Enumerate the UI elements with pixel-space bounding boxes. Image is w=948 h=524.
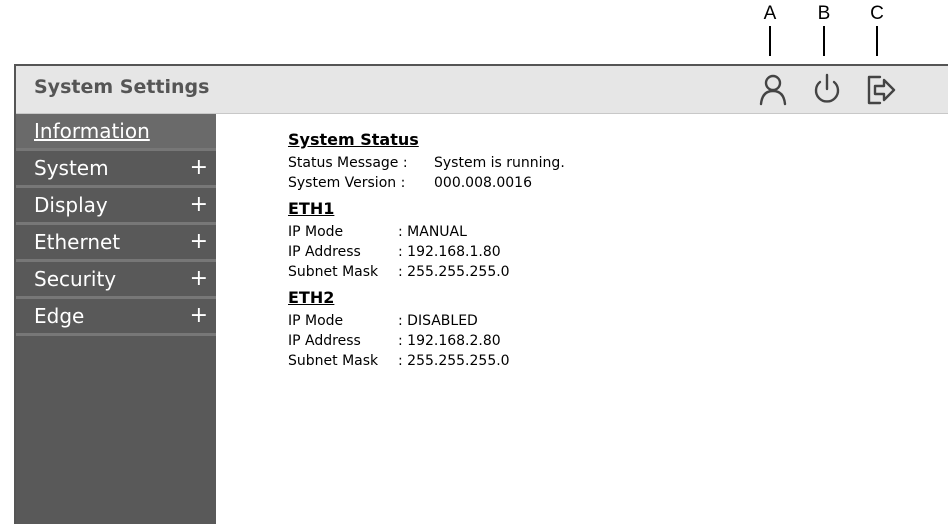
callout-a: A xyxy=(760,4,780,56)
settings-window: System Settings Information System + Dis… xyxy=(14,64,948,524)
callout-label: A xyxy=(763,3,777,24)
header-bar: System Settings xyxy=(16,66,948,114)
callout-b: B xyxy=(814,4,834,56)
row-value: : 192.168.2.80 xyxy=(398,333,501,349)
sidebar-item-label: System xyxy=(34,156,109,180)
callout-c: C xyxy=(867,4,887,56)
row-label: IP Mode xyxy=(288,313,344,329)
sidebar-item-label: Security xyxy=(34,267,117,291)
eth-row: Subnet Mask : 255.255.255.0 xyxy=(288,262,565,282)
row-label: Status Message : xyxy=(288,155,408,171)
sidebar-item-edge[interactable]: Edge + xyxy=(16,299,216,336)
row-value: : DISABLED xyxy=(398,313,478,329)
eth-row: IP Address : 192.168.2.80 xyxy=(288,331,565,351)
expand-icon[interactable]: + xyxy=(190,231,208,253)
row-label: IP Address xyxy=(288,333,361,349)
callout-label: C xyxy=(870,3,884,24)
row-label: Subnet Mask xyxy=(288,353,379,369)
system-status-section: System Status Status Message : System is… xyxy=(288,130,565,193)
status-row: System Version : 000.008.0016 xyxy=(288,173,565,193)
callout-label: B xyxy=(817,3,831,24)
row-label: IP Address xyxy=(288,244,361,260)
sidebar-item-information[interactable]: Information xyxy=(16,114,216,151)
row-value: : MANUAL xyxy=(398,224,467,240)
row-value: System is running. xyxy=(434,155,565,171)
expand-icon[interactable]: + xyxy=(190,305,208,327)
status-row: Status Message : System is running. xyxy=(288,153,565,173)
sidebar-nav: Information System + Display + Ethernet … xyxy=(16,114,216,524)
eth-row: IP Mode : DISABLED xyxy=(288,311,565,331)
row-label: IP Mode xyxy=(288,224,344,240)
page-title: System Settings xyxy=(34,76,210,98)
logout-icon[interactable] xyxy=(864,72,898,106)
sidebar-item-label: Ethernet xyxy=(34,230,121,254)
section-title: ETH2 xyxy=(288,288,335,307)
sidebar-item-system[interactable]: System + xyxy=(16,151,216,188)
power-icon[interactable] xyxy=(810,72,844,106)
callout-line xyxy=(769,26,771,56)
callout-annotations: A B C xyxy=(0,0,948,64)
sidebar-item-label: Display xyxy=(34,193,108,217)
eth-row: IP Mode : MANUAL xyxy=(288,222,565,242)
row-value: : 255.255.255.0 xyxy=(398,353,510,369)
row-value: 000.008.0016 xyxy=(434,175,532,191)
user-icon[interactable] xyxy=(756,72,790,106)
section-title: ETH1 xyxy=(288,199,335,218)
callout-line xyxy=(823,26,825,56)
eth2-section: ETH2 IP Mode : DISABLED IP Address : 192… xyxy=(288,288,565,371)
expand-icon[interactable]: + xyxy=(190,268,208,290)
expand-icon[interactable]: + xyxy=(190,194,208,216)
row-value: : 192.168.1.80 xyxy=(398,244,501,260)
eth-row: IP Address : 192.168.1.80 xyxy=(288,242,565,262)
sidebar-item-security[interactable]: Security + xyxy=(16,262,216,299)
sidebar-item-display[interactable]: Display + xyxy=(16,188,216,225)
sidebar-item-ethernet[interactable]: Ethernet + xyxy=(16,225,216,262)
row-label: System Version : xyxy=(288,175,406,191)
eth-row: Subnet Mask : 255.255.255.0 xyxy=(288,351,565,371)
row-value: : 255.255.255.0 xyxy=(398,264,510,280)
expand-icon[interactable]: + xyxy=(190,157,208,179)
sidebar-item-label: Information xyxy=(34,119,150,143)
callout-line xyxy=(876,26,878,56)
main-content: System Status Status Message : System is… xyxy=(288,130,565,377)
row-label: Subnet Mask xyxy=(288,264,379,280)
sidebar-item-label: Edge xyxy=(34,304,85,328)
eth1-section: ETH1 IP Mode : MANUAL IP Address : 192.1… xyxy=(288,199,565,282)
section-title: System Status xyxy=(288,130,419,149)
